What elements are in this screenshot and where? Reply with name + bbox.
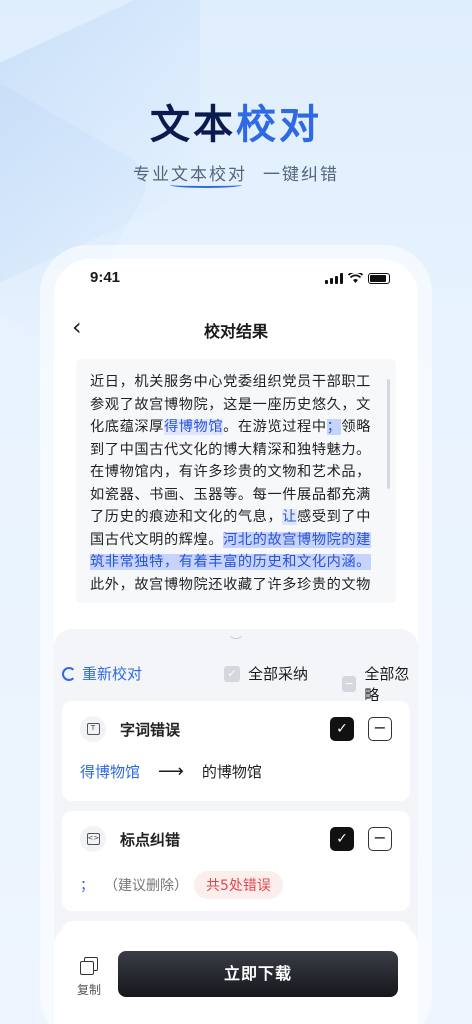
nav-bar: ‹ 校对结果	[54, 309, 418, 349]
ignore-button[interactable]: −	[368, 827, 392, 851]
hero-title: 文本校对	[150, 102, 322, 148]
original-text: 得博物馆	[80, 763, 141, 781]
status-time: 9:41	[90, 269, 121, 286]
page-title: 校对结果	[203, 322, 268, 341]
highlight-word-error[interactable]: 让	[282, 509, 298, 525]
error-card-punctuation: <> 标点纠错 ✓ − ； （建议删除） 共5处错误	[62, 811, 410, 911]
punctuation-mark: ；	[80, 878, 94, 894]
corrected-text: 的博物馆	[201, 763, 262, 781]
highlight-word-error[interactable]: 得博物馆	[163, 419, 224, 435]
error-count-badge: 共5处错误	[194, 871, 283, 899]
phone-frame: 9:41 ‹ 校对结果 近日，机关服务中心党委组织党员干部职工参观了故宫博物院，…	[40, 245, 432, 1024]
code-icon: <>	[80, 826, 106, 852]
accept-button[interactable]: ✓	[330, 717, 354, 741]
card-title: 标点纠错	[120, 830, 181, 849]
footer-bar: 复制 立即下载	[54, 927, 418, 1024]
chevron-down-icon[interactable]: ︶	[54, 633, 418, 650]
card-title: 字词错误	[120, 720, 181, 739]
error-card-word: T 字词错误 ✓ − 得博物馆 ⟶ 的博物馆	[62, 701, 410, 801]
document-preview[interactable]: 近日，机关服务中心党委组织党员干部职工参观了故宫博物院，这是一座历史悠久，文化底…	[76, 359, 396, 603]
signal-icon	[325, 273, 343, 284]
adopt-all-button[interactable]: ✓ 全部采纳	[224, 663, 308, 684]
wifi-icon	[348, 273, 363, 283]
download-button[interactable]: 立即下载	[118, 951, 398, 997]
app-screen: 9:41 ‹ 校对结果 近日，机关服务中心党委组织党员干部职工参观了故宫博物院，…	[54, 259, 418, 1024]
checkbox-icon: ✓	[224, 665, 240, 682]
refresh-icon	[62, 666, 76, 681]
suggestion-text: （建议删除）	[104, 878, 188, 894]
battery-icon	[368, 273, 390, 284]
recheck-button[interactable]: 重新校对	[62, 663, 142, 684]
copy-icon	[80, 957, 98, 975]
scrollbar[interactable]	[387, 379, 390, 489]
subtitle-underline	[170, 182, 242, 188]
accept-button[interactable]: ✓	[330, 827, 354, 851]
status-bar: 9:41	[54, 269, 418, 293]
text-icon: T	[80, 716, 106, 742]
highlight-punct-error[interactable]: ；	[326, 419, 342, 435]
minus-box-icon: −	[342, 676, 357, 692]
copy-button[interactable]: 复制	[74, 957, 104, 998]
ignore-all-button[interactable]: − 全部忽略	[342, 663, 418, 705]
arrow-right-icon: ⟶	[158, 761, 184, 782]
ignore-button[interactable]: −	[368, 717, 392, 741]
document-text: 近日，机关服务中心党委组织党员干部职工参观了故宫博物院，这是一座历史悠久，文化底…	[90, 374, 371, 593]
bulk-actions: 重新校对 ✓ 全部采纳 − 全部忽略	[54, 663, 418, 704]
